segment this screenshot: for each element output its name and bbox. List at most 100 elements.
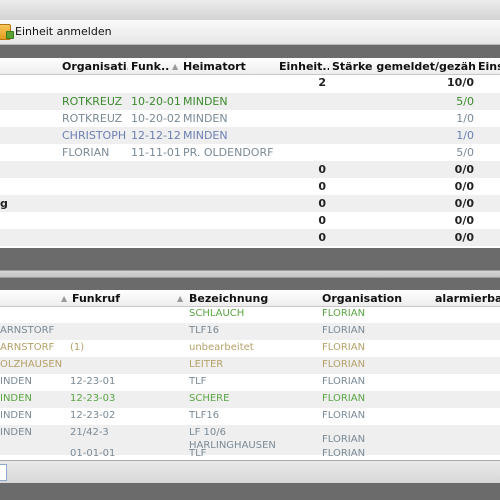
table-row[interactable]: 0 0/0	[0, 229, 500, 246]
table-row[interactable]: ROTKREUZ 10-20-02 MINDEN 1/0	[0, 110, 500, 127]
cell-funk: 10-20-01	[131, 95, 181, 108]
cell-staerke: 1/0	[456, 112, 474, 125]
cell-staerke: 0/0	[454, 214, 474, 227]
cell-funkruf: 21/42-3	[70, 427, 109, 438]
col-heimatort[interactable]: Heimatort	[183, 60, 273, 73]
table-row[interactable]: CHRISTOPH 12-12-12 MINDEN 1/0	[0, 127, 500, 144]
cell-ort: INDEN	[0, 393, 32, 404]
cell-funk: 11-11-01	[131, 146, 181, 159]
cell-staerke: 0/0	[454, 231, 474, 244]
cell-staerke: 5/0	[456, 146, 474, 159]
table-row[interactable]: ARNSTORF TLF16 FLORIAN	[0, 323, 500, 340]
col-organisation[interactable]: Organisation	[322, 292, 422, 305]
cell-funkruf: (1)	[70, 342, 85, 353]
col-einheit[interactable]: Einheit...	[279, 60, 329, 73]
col-alarmierbar[interactable]: alarmierbar	[435, 292, 500, 305]
table-row[interactable]: SCHLAUCH FLORIAN	[0, 306, 500, 323]
cell-staerke: 0/0	[454, 163, 474, 176]
cell-staerke: 0/0	[454, 180, 474, 193]
cell-bezeichnung: LF 10/6	[189, 427, 226, 438]
table-row[interactable]: 0 0/0	[0, 212, 500, 229]
cell-einheit: 0	[318, 214, 326, 227]
cell-ort: INDEN	[0, 427, 32, 438]
cell-staerke: 10/0	[447, 76, 474, 89]
col-organisation[interactable]: Organisati...	[62, 60, 128, 73]
cell-bezeichnung: TLF16	[189, 325, 220, 336]
resources-table: ▲ Funkruf ▲ Bezeichnung Organisation ala…	[0, 290, 500, 460]
table-row[interactable]: FLORIAN 11-11-01 PR. OLDENDORF 5/0	[0, 144, 500, 161]
cell-einheit: 0	[318, 163, 326, 176]
splitter[interactable]	[0, 270, 500, 278]
table-row[interactable]: ROTKREUZ 10-20-01 MINDEN 5/0	[0, 93, 500, 110]
cell-bezeichnung: TLF16	[189, 410, 220, 421]
table-row[interactable]: INDEN 12-23-03 SCHERE FLORIAN	[0, 391, 500, 408]
units-table-header: Organisati... Funk... ▲ Heimatort Einhei…	[0, 58, 500, 75]
cell-ort: ARNSTORF	[0, 325, 55, 336]
resources-table-header: ▲ Funkruf ▲ Bezeichnung Organisation ala…	[0, 290, 500, 307]
cell-bezeichnung: LEITER	[189, 359, 224, 370]
cell-bezeichnung: TLF	[189, 376, 207, 387]
cell-name: g	[0, 197, 8, 210]
cell-funkruf: 12-23-01	[70, 376, 116, 387]
col-bezeichnung[interactable]: Bezeichnung	[189, 292, 317, 305]
cell-einheit: 0	[318, 197, 326, 210]
cell-organisation: FLORIAN	[322, 325, 366, 336]
table-row[interactable]: 2 10/0	[0, 74, 500, 91]
filter-input[interactable]	[0, 464, 7, 481]
col-funk[interactable]: Funk...	[131, 60, 169, 73]
cell-organisation: FLORIAN	[322, 393, 366, 404]
units-table: Organisati... Funk... ▲ Heimatort Einhei…	[0, 58, 500, 248]
cell-org: ROTKREUZ	[62, 112, 123, 125]
cell-einheit: 0	[318, 231, 326, 244]
cell-organisation: FLORIAN	[322, 448, 366, 459]
cell-heimat: MINDEN	[183, 112, 228, 125]
cell-heimat: PR. OLDENDORF	[183, 146, 274, 159]
cell-heimat: MINDEN	[183, 129, 228, 142]
cell-staerke: 1/0	[456, 129, 474, 142]
cell-organisation: FLORIAN	[322, 410, 366, 421]
table-row[interactable]: ARNSTORF (1) unbearbeitet FLORIAN	[0, 340, 500, 357]
sort-asc-icon: ▲	[172, 62, 179, 71]
cell-ort: ARNSTORF	[0, 342, 55, 353]
cell-organisation: FLORIAN	[322, 359, 366, 370]
cell-bezeichnung: TLF	[189, 448, 207, 459]
window-titlebar	[0, 0, 500, 20]
cell-funk: 12-12-12	[131, 129, 181, 142]
cell-funkruf: 12-23-02	[70, 410, 116, 421]
cell-funk: 10-20-02	[131, 112, 181, 125]
cell-ort: INDEN	[0, 410, 32, 421]
cell-organisation: FLORIAN	[322, 308, 366, 319]
cell-heimat: MINDEN	[183, 95, 228, 108]
table-row[interactable]: OLZHAUSEN LEITER FLORIAN	[0, 357, 500, 374]
cell-org: CHRISTOPH	[62, 129, 127, 142]
cell-funkruf: 01-01-01	[70, 448, 116, 459]
table-row[interactable]: g 0 0/0	[0, 195, 500, 212]
table-row[interactable]: INDEN 12-23-02 TLF16 FLORIAN	[0, 408, 500, 425]
cell-einheit: 0	[318, 180, 326, 193]
cell-organisation: FLORIAN	[322, 376, 366, 387]
cell-bezeichnung: SCHLAUCH	[189, 308, 245, 319]
table-row[interactable]: INDEN 12-23-01 TLF FLORIAN	[0, 374, 500, 391]
register-unit-icon[interactable]	[0, 24, 14, 40]
col-eins[interactable]: Eins	[478, 60, 500, 73]
cell-ort: OLZHAUSEN	[0, 359, 63, 370]
cell-organisation: FLORIAN	[322, 434, 366, 445]
cell-einheit: 2	[318, 76, 326, 89]
cell-bezeichnung: unbearbeitet	[189, 342, 254, 353]
cell-org: ROTKREUZ	[62, 95, 123, 108]
cell-staerke: 5/0	[456, 95, 474, 108]
col-funkruf[interactable]: Funkruf	[72, 292, 172, 305]
cell-organisation: FLORIAN	[322, 342, 366, 353]
register-unit-button[interactable]: Einheit anmelden	[15, 25, 112, 38]
cell-ort: INDEN	[0, 376, 32, 387]
sort-asc-icon: ▲	[61, 294, 68, 303]
table-row[interactable]: 0 0/0	[0, 178, 500, 195]
status-bar	[0, 460, 500, 483]
cell-org: FLORIAN	[62, 146, 110, 159]
sort-asc-icon: ▲	[177, 294, 184, 303]
col-staerke[interactable]: Stärke gemeldet/gezählt	[332, 60, 475, 73]
cell-funkruf: 12-23-03	[70, 393, 116, 404]
cell-bezeichnung: SCHERE	[189, 393, 230, 404]
cell-staerke: 0/0	[454, 197, 474, 210]
table-row[interactable]: 0 0/0	[0, 161, 500, 178]
